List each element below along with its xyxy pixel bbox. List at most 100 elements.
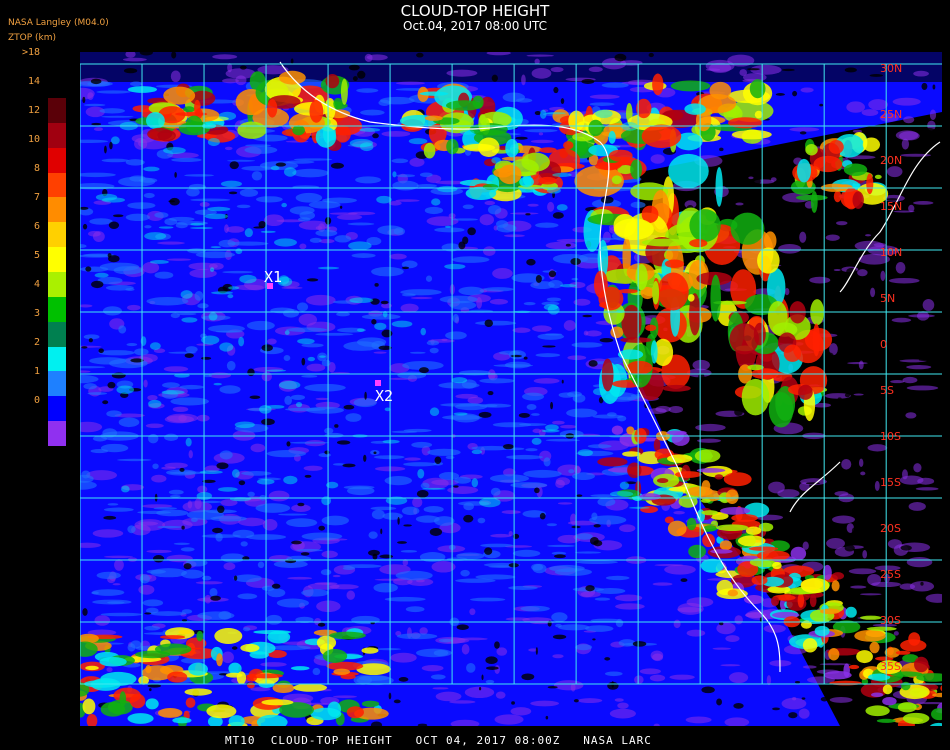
cloud-blob: [99, 108, 126, 114]
cloud-blob: [196, 414, 210, 422]
cloud-blob: [908, 314, 935, 318]
cloud-blob: [100, 612, 143, 617]
satellite-map: 30N 25N 20N 15N 10N 5N 0 5S 10S 15S 20S 25S 30S 35S X1…: [80, 52, 942, 726]
cloud-blob: [828, 648, 840, 661]
cloud-blob: [210, 246, 222, 249]
cloud-blob: [532, 563, 547, 574]
cloud-blob: [184, 688, 213, 696]
cloud-blob: [531, 437, 542, 445]
cloud-blob: [181, 569, 204, 579]
cloud-blob: [268, 490, 290, 502]
cloud-blob: [895, 650, 911, 655]
cloud-blob: [796, 158, 811, 183]
cloud-blob: [604, 671, 623, 677]
cloud-blob: [462, 236, 469, 245]
cloud-blob: [864, 234, 872, 237]
cloud-blob: [277, 513, 308, 516]
legend-tick: 5: [33, 250, 40, 261]
cloud-blob: [799, 131, 807, 135]
cloud-blob: [716, 698, 723, 706]
cloud-blob: [459, 129, 475, 135]
cloud-blob: [434, 227, 465, 233]
cloud-blob: [238, 480, 246, 486]
cloud-blob: [144, 232, 167, 241]
cloud-blob: [903, 116, 915, 124]
cloud-blob: [401, 293, 416, 297]
cloud-blob: [146, 549, 172, 553]
cloud-blob: [96, 90, 131, 94]
cloud-blob: [265, 614, 283, 625]
cloud-blob: [391, 320, 413, 328]
cloud-blob: [364, 53, 373, 62]
cloud-blob: [526, 404, 537, 411]
cloud-blob: [267, 99, 278, 118]
cloud-blob: [652, 582, 673, 586]
cloud-blob: [348, 241, 372, 251]
cloud-blob: [563, 320, 576, 331]
cloud-blob: [422, 487, 446, 490]
cloud-blob: [452, 256, 490, 263]
cloud-blob: [195, 581, 223, 585]
cloud-blob: [484, 319, 494, 328]
cloud-blob: [96, 571, 121, 580]
colorbar-swatch: [48, 222, 66, 248]
cloud-blob: [519, 176, 534, 188]
cloud-blob: [860, 593, 882, 596]
cloud-blob: [174, 172, 177, 178]
cloud-blob: [484, 200, 496, 206]
cloud-blob: [478, 411, 492, 418]
cloud-blob: [728, 377, 741, 380]
cloud-blob: [714, 474, 724, 480]
cloud-blob: [799, 231, 807, 243]
cloud-blob: [390, 652, 417, 663]
cloud-blob: [483, 287, 514, 292]
cloud-blob: [484, 547, 493, 555]
cloud-blob: [902, 376, 918, 384]
cloud-blob: [441, 338, 448, 342]
cloud-blob: [161, 466, 176, 470]
cloud-blob: [333, 668, 351, 675]
cloud-blob: [584, 625, 614, 632]
cloud-blob: [655, 405, 671, 413]
cloud-blob: [608, 130, 616, 144]
cloud-blob: [495, 691, 506, 699]
cloud-blob: [90, 78, 102, 85]
colorbar-swatch: [48, 172, 66, 198]
cloud-blob: [832, 515, 856, 524]
cloud-blob: [485, 404, 498, 408]
cloud-blob: [709, 81, 732, 100]
cloud-blob: [361, 700, 380, 708]
cloud-blob: [733, 702, 744, 709]
cloud-blob: [546, 523, 558, 527]
cloud-blob: [322, 197, 357, 204]
cloud-blob: [552, 172, 572, 177]
cloud-blob: [460, 569, 470, 577]
cloud-blob: [397, 541, 407, 544]
cloud-blob: [81, 346, 88, 349]
cloud-blob: [546, 297, 561, 302]
cloud-blob: [437, 185, 458, 193]
cloud-blob: [600, 196, 614, 204]
cloud-blob: [144, 225, 152, 229]
cloud-blob: [599, 338, 614, 343]
cloud-blob: [526, 54, 554, 57]
cloud-blob: [857, 269, 868, 277]
cloud-blob: [734, 615, 743, 625]
cloud-blob: [188, 450, 193, 459]
cloud-blob: [863, 321, 874, 326]
cloud-blob: [284, 395, 292, 405]
cloud-blob: [862, 549, 868, 559]
cloud-blob: [392, 171, 397, 178]
cloud-blob: [242, 627, 251, 632]
cloud-blob: [913, 70, 929, 77]
cloud-blob: [471, 478, 479, 488]
cloud-blob: [589, 94, 620, 99]
cloud-blob: [154, 212, 169, 218]
cloud-blob: [614, 698, 624, 702]
cloud-blob: [286, 327, 328, 332]
cloud-blob: [92, 599, 132, 605]
colorbar-swatch: [48, 272, 66, 298]
cloud-blob: [395, 570, 433, 581]
cloud-blob: [143, 379, 148, 388]
cloud-blob: [915, 487, 939, 491]
